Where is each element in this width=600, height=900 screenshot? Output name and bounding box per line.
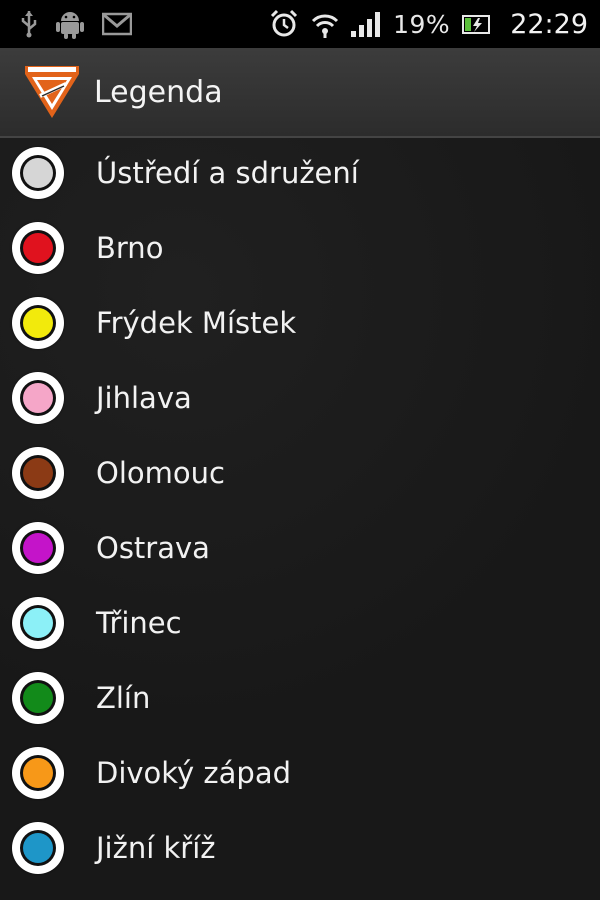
- list-item-label: Divoký západ: [96, 755, 292, 790]
- list-item[interactable]: Zlín: [0, 660, 600, 735]
- color-marker-icon: [12, 296, 64, 349]
- signal-icon: [351, 11, 381, 37]
- list-item[interactable]: Olomouc: [0, 435, 600, 510]
- color-marker-icon: [12, 521, 64, 574]
- list-item-label: Jihlava: [96, 380, 192, 415]
- list-item-label: Olomouc: [96, 455, 225, 490]
- color-marker-icon: [12, 821, 64, 874]
- color-marker-icon: [12, 596, 64, 649]
- list-item[interactable]: Jihlava: [0, 360, 600, 435]
- status-bar-notifications: [0, 0, 132, 48]
- color-marker-icon: [12, 446, 64, 499]
- color-marker-icon: [12, 371, 64, 424]
- list-item[interactable]: Ostrava: [0, 510, 600, 585]
- list-item-label: Brno: [96, 230, 164, 265]
- color-marker-icon: [12, 671, 64, 724]
- battery-charging-icon: [462, 13, 492, 35]
- page-title: Legenda: [94, 74, 223, 110]
- list-item-label: Frýdek Místek: [96, 305, 297, 340]
- status-bar: 19% 22:29: [0, 0, 600, 48]
- color-marker-icon: [12, 746, 64, 799]
- list-item-label: Zlín: [96, 680, 151, 715]
- list-item[interactable]: Ústředí a sdružení: [0, 135, 600, 210]
- list-item[interactable]: Divoký západ: [0, 735, 600, 810]
- color-marker-icon: [12, 221, 64, 274]
- color-marker-icon: [12, 146, 64, 199]
- wifi-icon: [311, 9, 339, 39]
- battery-percent: 19%: [393, 9, 451, 39]
- usb-icon: [20, 10, 38, 38]
- list-item-label: Ústředí a sdružení: [96, 155, 359, 190]
- list-item-label: Jižní kříž: [96, 830, 216, 865]
- list-item[interactable]: Jižní kříž: [0, 810, 600, 885]
- list-item-label: Ostrava: [96, 530, 210, 565]
- list-item[interactable]: Frýdek Místek: [0, 285, 600, 360]
- app-badge-icon[interactable]: [22, 62, 82, 122]
- legend-list: Ústředí a sdružení Brno Frýdek Místek Ji…: [0, 138, 600, 900]
- action-bar: Legenda: [0, 48, 600, 138]
- gmail-icon: [102, 12, 132, 36]
- list-item-label: Třinec: [96, 605, 182, 640]
- list-item[interactable]: Brno: [0, 210, 600, 285]
- clock-time: 22:29: [510, 8, 588, 40]
- alarm-clock-icon: [269, 9, 299, 39]
- android-debug-icon: [56, 9, 84, 39]
- status-bar-system: 19% 22:29: [269, 0, 600, 48]
- list-item[interactable]: Třinec: [0, 585, 600, 660]
